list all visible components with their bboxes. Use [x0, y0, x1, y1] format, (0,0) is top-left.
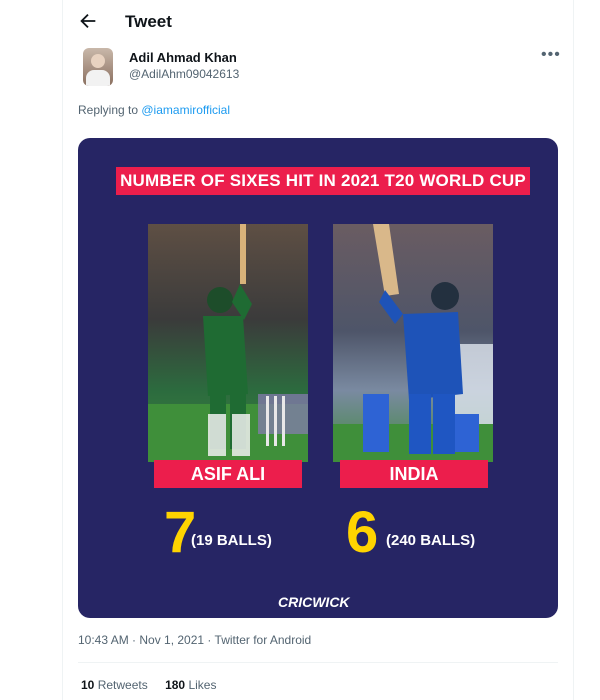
avatar[interactable]: [83, 48, 113, 86]
top-bar: Tweet: [63, 0, 573, 44]
avatar-head: [91, 54, 105, 68]
back-arrow-icon[interactable]: [77, 10, 99, 32]
balls-asif-ali: (19 BALLS): [191, 532, 272, 549]
tweet-image[interactable]: NUMBER OF SIXES HIT IN 2021 T20 WORLD CU…: [78, 138, 558, 618]
author-handle[interactable]: @AdilAhm09042613: [129, 67, 239, 81]
replying-to-label: Replying to: [78, 103, 142, 117]
tweet-stats: 10 Retweets 180 Likes: [81, 678, 230, 692]
more-options-icon[interactable]: •••: [541, 46, 561, 64]
page-title: Tweet: [125, 12, 172, 31]
cricwick-logo: CRICWICK: [278, 594, 350, 610]
player-photo-asif-ali: [148, 224, 308, 462]
retweets-label: Retweets: [97, 678, 148, 692]
reply-mention-link[interactable]: @iamamirofficial: [141, 103, 230, 117]
retweets-count: 10: [81, 678, 95, 692]
label-asif-ali: ASIF ALI: [154, 460, 302, 488]
batsman-illustration-right: [333, 224, 493, 462]
balls-india: (240 BALLS): [386, 532, 476, 549]
label-india: INDIA: [340, 460, 488, 488]
tweet-timestamp[interactable]: 10:43 AM · Nov 1, 2021 · Twitter for And…: [78, 633, 311, 647]
batsman-illustration-left: [148, 224, 308, 462]
tweet-column: Tweet Adil Ahmad Khan @AdilAhm09042613 •…: [62, 0, 574, 700]
likes-count: 180: [165, 678, 186, 692]
graphic-banner: NUMBER OF SIXES HIT IN 2021 T20 WORLD CU…: [116, 167, 530, 195]
retweets-stat[interactable]: 10 Retweets: [81, 678, 148, 692]
author-name[interactable]: Adil Ahmad Khan: [129, 50, 237, 65]
likes-stat[interactable]: 180 Likes: [165, 678, 216, 692]
sixes-count-india: 6: [346, 500, 379, 565]
player-photo-india: [333, 224, 493, 462]
likes-label: Likes: [188, 678, 217, 692]
divider: [78, 662, 558, 663]
avatar-body: [86, 70, 110, 86]
replying-to: Replying to @iamamirofficial: [78, 103, 230, 117]
